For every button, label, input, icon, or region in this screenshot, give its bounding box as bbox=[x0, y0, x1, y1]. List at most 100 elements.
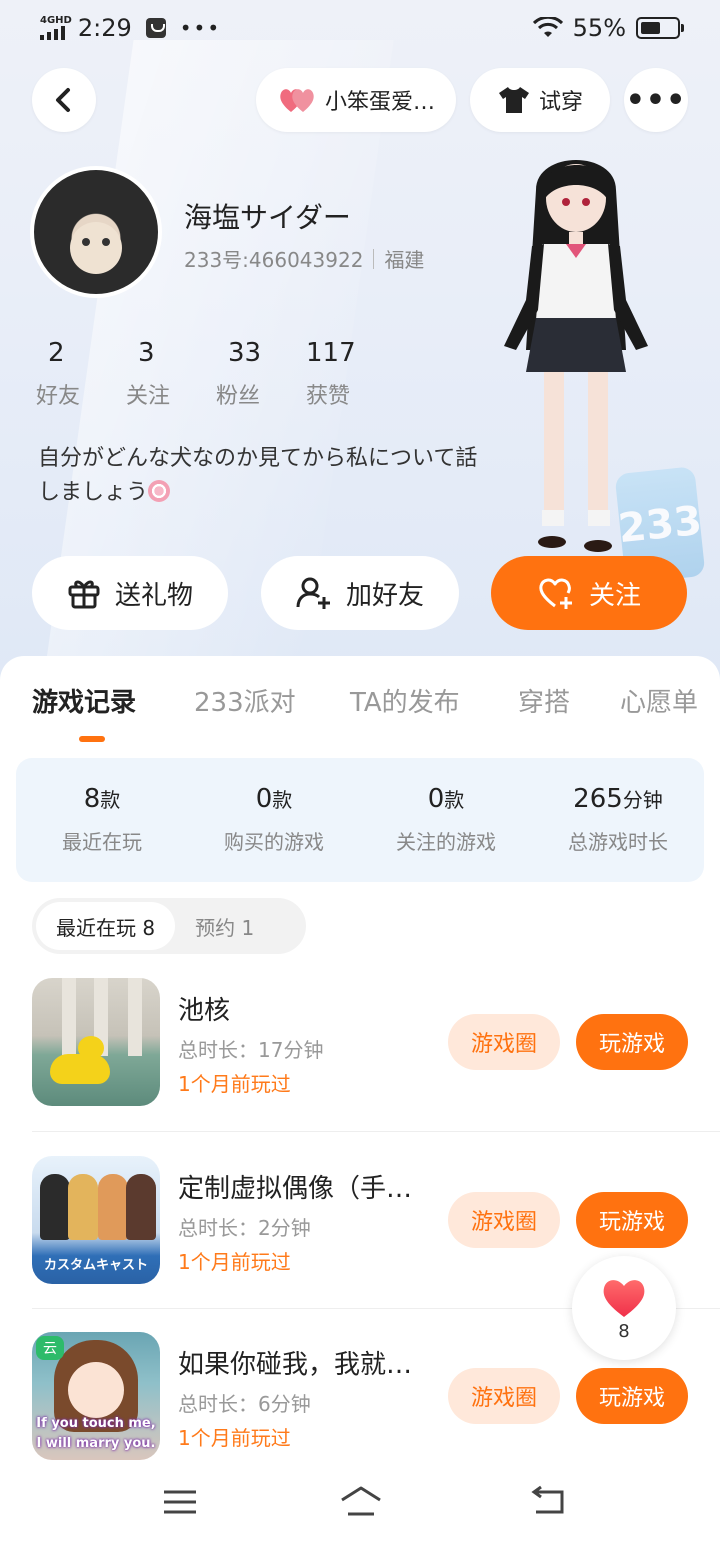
bio-text: 自分がどんな犬なのか見てから私について話しましょう bbox=[38, 446, 478, 505]
add-friend-button[interactable]: 加好友 bbox=[261, 556, 459, 630]
tab-outfits[interactable]: 穿搭 bbox=[518, 682, 570, 719]
summary-value: 265 bbox=[573, 784, 623, 814]
tab-posts[interactable]: TA的发布 bbox=[350, 682, 460, 719]
summary-label: 最近在玩 bbox=[62, 830, 142, 854]
send-gift-label: 送礼物 bbox=[114, 580, 193, 611]
play-game-button[interactable]: 玩游戏 bbox=[576, 1192, 688, 1248]
friend-relation-label: 小笨蛋爱… bbox=[324, 90, 435, 115]
game-list-item[interactable]: 池核 总时长：17分钟 1个月前玩过 游戏圈 玩游戏 bbox=[32, 978, 720, 1106]
menu-icon[interactable] bbox=[160, 1484, 200, 1520]
chevron-left-icon bbox=[56, 88, 70, 112]
content-panel: 游戏记录 233派对 TA的发布 穿搭 心愿单 8款 最近在玩 0款 购买的游戏… bbox=[0, 656, 720, 1544]
add-user-icon bbox=[296, 577, 330, 609]
stat-label: 好友 bbox=[36, 384, 81, 409]
summary-followed[interactable]: 0款 关注的游戏 bbox=[360, 758, 532, 882]
more-dots-icon: ••• bbox=[625, 82, 687, 118]
summary-total-time[interactable]: 265分钟 总游戏时长 bbox=[532, 758, 704, 882]
summary-unit: 款 bbox=[444, 788, 465, 812]
network-type: 4GHD bbox=[40, 15, 72, 26]
summary-purchased[interactable]: 0款 购买的游戏 bbox=[188, 758, 360, 882]
more-options-button[interactable]: ••• bbox=[624, 68, 688, 132]
user-id-row: 233号:466043922 福建 bbox=[184, 244, 424, 273]
stat-label: 获赞 bbox=[306, 384, 351, 409]
stat-fans[interactable]: 33 粉丝 bbox=[216, 338, 306, 410]
summary-unit: 款 bbox=[100, 788, 121, 812]
game-duration: 总时长：2分钟 bbox=[178, 1216, 311, 1240]
gift-icon bbox=[68, 580, 100, 609]
stat-label: 粉丝 bbox=[216, 384, 261, 409]
user-id: 233号:466043922 bbox=[184, 248, 364, 272]
double-heart-icon bbox=[280, 89, 314, 112]
game-title[interactable]: 定制虚拟偶像（手… bbox=[178, 1168, 412, 1205]
add-friend-label: 加好友 bbox=[345, 580, 424, 611]
wifi-icon bbox=[532, 17, 563, 37]
user-stats: 2 好友 3 关注 33 粉丝 117 获赞 bbox=[36, 338, 396, 410]
game-circle-button[interactable]: 游戏圈 bbox=[448, 1014, 560, 1070]
stat-value: 2 bbox=[48, 338, 65, 368]
game-last-played: 1个月前玩过 bbox=[178, 1426, 291, 1450]
user-name: 海塩サイダー bbox=[184, 201, 351, 234]
summary-label: 购买的游戏 bbox=[224, 830, 324, 854]
summary-label: 关注的游戏 bbox=[396, 830, 496, 854]
back-nav-icon[interactable] bbox=[528, 1484, 568, 1520]
subtab-recent[interactable]: 最近在玩 8 bbox=[36, 902, 176, 950]
active-tab-indicator bbox=[79, 736, 105, 742]
like-count: 8 bbox=[618, 1320, 630, 1342]
tab-wishlist[interactable]: 心愿单 bbox=[620, 682, 698, 719]
battery-icon bbox=[636, 17, 684, 39]
play-game-button[interactable]: 玩游戏 bbox=[576, 1014, 688, 1070]
game-circle-button[interactable]: 游戏圈 bbox=[448, 1368, 560, 1424]
tab-game-records[interactable]: 游戏记录 bbox=[32, 682, 136, 719]
game-icon-caption: If you touch me, I will marry you. bbox=[36, 1416, 156, 1451]
game-title[interactable]: 如果你碰我，我就… bbox=[178, 1344, 412, 1381]
back-button[interactable] bbox=[32, 68, 96, 132]
stat-likes[interactable]: 117 获赞 bbox=[306, 338, 396, 410]
stat-value: 33 bbox=[228, 338, 262, 368]
home-icon[interactable] bbox=[338, 1484, 384, 1520]
stat-following[interactable]: 3 关注 bbox=[126, 338, 216, 410]
follow-label: 关注 bbox=[588, 580, 641, 611]
game-subtabs: 最近在玩 8 预约 1 bbox=[32, 898, 306, 954]
battery-percent: 55% bbox=[572, 14, 626, 42]
subtab-reserved[interactable]: 预约 1 bbox=[175, 902, 274, 950]
status-time: 2:29 bbox=[77, 14, 132, 42]
summary-unit: 分钟 bbox=[622, 788, 663, 812]
stat-friends[interactable]: 2 好友 bbox=[36, 338, 126, 410]
game-icon-poolcore[interactable] bbox=[32, 978, 160, 1106]
heart-icon bbox=[603, 1279, 645, 1317]
game-title[interactable]: 池核 bbox=[178, 990, 230, 1027]
system-nav-bar bbox=[0, 1460, 720, 1544]
game-icon-marry-you[interactable]: 云 If you touch me, I will marry you. bbox=[32, 1332, 160, 1460]
user-avatar[interactable] bbox=[30, 166, 162, 298]
heart-plus-icon bbox=[539, 578, 572, 609]
game-icon-custom-cast[interactable]: カスタムキャスト bbox=[32, 1156, 160, 1284]
play-game-button[interactable]: 玩游戏 bbox=[576, 1368, 688, 1424]
tshirt-icon bbox=[498, 87, 529, 113]
notification-app-icon bbox=[145, 18, 166, 38]
like-floating-button[interactable]: 8 bbox=[572, 1256, 676, 1360]
signal-icon: 4GHD bbox=[40, 16, 72, 40]
game-circle-button[interactable]: 游戏圈 bbox=[448, 1192, 560, 1248]
more-notifications-icon: ••• bbox=[179, 16, 222, 40]
stat-label: 关注 bbox=[126, 384, 171, 409]
stat-value: 3 bbox=[138, 338, 155, 368]
game-duration: 总时长：17分钟 bbox=[178, 1038, 324, 1062]
send-gift-button[interactable]: 送礼物 bbox=[32, 556, 228, 630]
game-last-played: 1个月前玩过 bbox=[178, 1072, 291, 1096]
follow-button[interactable]: 关注 bbox=[491, 556, 687, 630]
tab-233-party[interactable]: 233派对 bbox=[194, 682, 296, 719]
user-region: 福建 bbox=[384, 248, 425, 272]
summary-value: 0 bbox=[427, 784, 445, 814]
profile-tabs: 游戏记录 233派对 TA的发布 穿搭 心愿单 bbox=[0, 676, 720, 736]
try-on-button[interactable]: 试穿 bbox=[470, 68, 610, 132]
game-icon-caption: カスタムキャスト bbox=[43, 1257, 148, 1273]
game-duration: 总时长：6分钟 bbox=[178, 1392, 311, 1416]
cloud-game-badge: 云 bbox=[36, 1336, 64, 1360]
summary-unit: 款 bbox=[272, 788, 293, 812]
try-on-label: 试穿 bbox=[538, 90, 583, 115]
summary-recent[interactable]: 8款 最近在玩 bbox=[16, 758, 188, 882]
avatar-character-figure[interactable] bbox=[486, 150, 666, 560]
game-summary: 8款 最近在玩 0款 购买的游戏 0款 关注的游戏 265分钟 总游戏时长 bbox=[16, 758, 704, 882]
friend-relation-button[interactable]: 小笨蛋爱… bbox=[256, 68, 456, 132]
stat-value: 117 bbox=[306, 338, 356, 368]
